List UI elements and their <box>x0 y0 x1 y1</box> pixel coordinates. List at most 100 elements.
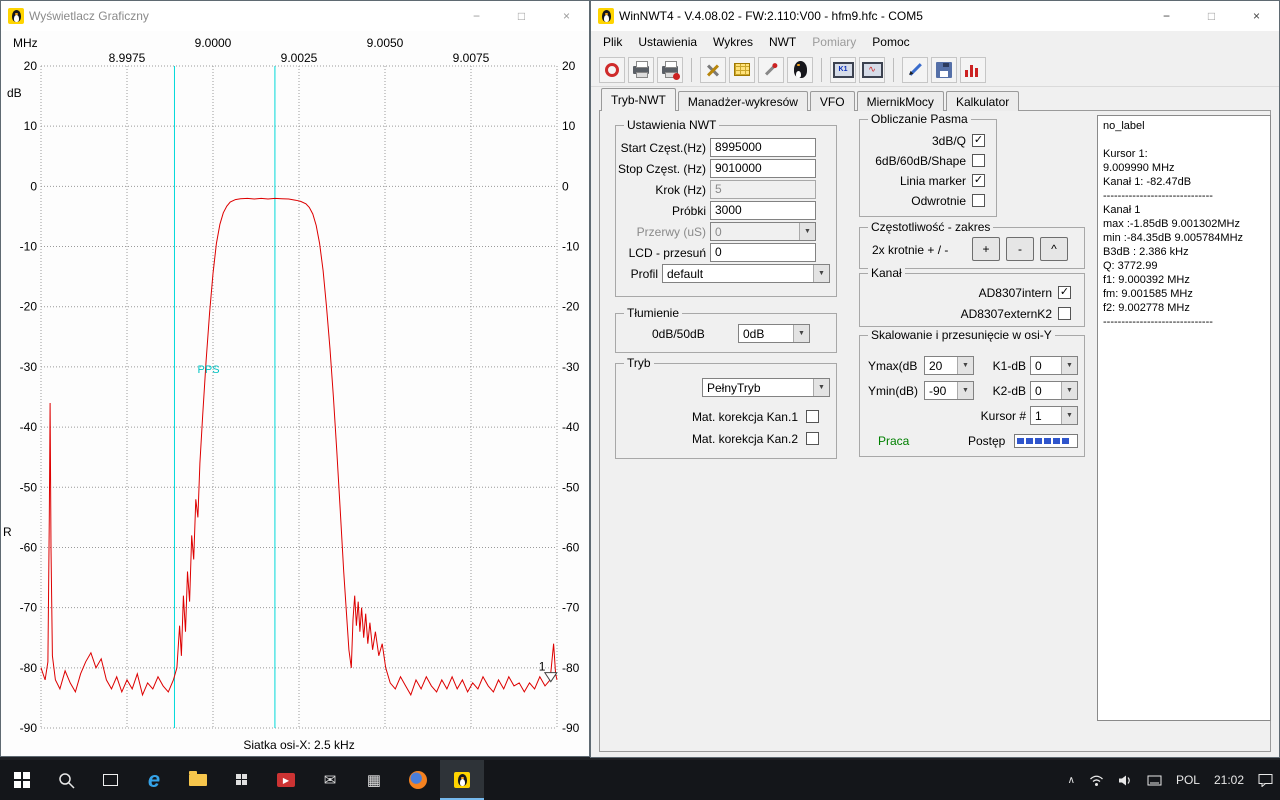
svg-text:1: 1 <box>539 660 546 674</box>
start-button[interactable] <box>0 760 44 800</box>
maximize-icon[interactable]: □ <box>1189 1 1234 31</box>
taskbar-firefox[interactable] <box>396 760 440 800</box>
linia-marker-label: Linia marker <box>862 174 966 188</box>
start-freq-input[interactable]: 8995000 <box>710 138 816 157</box>
clock[interactable]: 21:02 <box>1207 760 1251 800</box>
k1-label: K1-dB <box>986 359 1026 373</box>
table-icon[interactable] <box>729 57 755 83</box>
minimize-icon[interactable]: − <box>454 1 499 31</box>
ad8307externk2-checkbox[interactable] <box>1058 307 1071 320</box>
korekcja2-checkbox[interactable] <box>806 432 819 445</box>
minimize-icon[interactable]: − <box>1144 1 1189 31</box>
sweep-window-k2-icon[interactable]: ∿ <box>859 57 885 83</box>
svg-text:-60: -60 <box>20 540 38 554</box>
power-icon[interactable] <box>599 57 625 83</box>
grid-icon: ▦ <box>367 771 381 789</box>
svg-text:-70: -70 <box>562 601 580 615</box>
odwrotnie-checkbox[interactable] <box>972 194 985 207</box>
system-tray: ∧ POL 21:02 <box>1061 760 1280 800</box>
menu-pomoc[interactable]: Pomoc <box>864 32 917 52</box>
zakres-caret-button[interactable]: ^ <box>1040 237 1068 261</box>
chevron-down-icon: ▼ <box>957 357 973 374</box>
task-view-button[interactable] <box>88 760 132 800</box>
taskbar-edge[interactable]: e <box>132 760 176 800</box>
search-icon <box>58 772 75 789</box>
tab-kalkulator[interactable]: Kalkulator <box>946 91 1019 111</box>
group-title: Obliczanie Pasma <box>868 112 971 126</box>
tryb-combo[interactable]: PełnyTryb▼ <box>702 378 830 397</box>
winnwt-app-icon <box>598 8 614 24</box>
penguin-icon[interactable] <box>787 57 813 83</box>
tab-miernik-mocy[interactable]: MiernikMocy <box>857 91 944 111</box>
plot-svg[interactable]: 2020101000-10-10-20-20-30-30-40-40-50-50… <box>1 31 589 757</box>
ad8307intern-checkbox[interactable]: ✓ <box>1058 286 1071 299</box>
keyboard-button[interactable] <box>1140 760 1169 800</box>
save-icon[interactable] <box>931 57 957 83</box>
tab-manadzer-wykresow[interactable]: Manadżer-wykresów <box>678 91 808 111</box>
svg-text:PPS: PPS <box>198 364 220 376</box>
taskbar-file-explorer[interactable] <box>176 760 220 800</box>
taskbar-apps-grid[interactable]: ▦ <box>352 760 396 800</box>
tab-tryb-nwt[interactable]: Tryb-NWT <box>601 88 676 111</box>
wand-icon[interactable] <box>758 57 784 83</box>
probki-input[interactable]: 3000 <box>710 201 816 220</box>
ymin-combo[interactable]: -90▼ <box>924 381 974 400</box>
group-title: Kanał <box>868 266 905 280</box>
tools-icon[interactable] <box>700 57 726 83</box>
language-indicator[interactable]: POL <box>1169 760 1207 800</box>
tab-vfo[interactable]: VFO <box>810 91 855 111</box>
toolbar-separator <box>821 58 822 82</box>
stop-freq-input[interactable]: 9010000 <box>710 159 816 178</box>
chevron-down-icon: ▼ <box>799 223 815 240</box>
taskbar-store[interactable] <box>220 760 264 800</box>
hidden-icons-button[interactable]: ∧ <box>1061 760 1082 800</box>
svg-text:9.0050: 9.0050 <box>367 36 404 50</box>
menu-ustawienia[interactable]: Ustawienia <box>630 32 705 52</box>
ymax-combo[interactable]: 20▼ <box>924 356 974 375</box>
zakres-minus-button[interactable]: - <box>1006 237 1034 261</box>
profil-combo[interactable]: default▼ <box>662 264 830 283</box>
3db-q-checkbox[interactable]: ✓ <box>972 134 985 147</box>
svg-text:-60: -60 <box>562 540 580 554</box>
lcd-input[interactable]: 0 <box>710 243 816 262</box>
krok-input: 5 <box>710 180 816 199</box>
group-tryb: Tryb PełnyTryb▼ Mat. korekcja Kan.1 Mat.… <box>615 363 837 459</box>
k1-combo[interactable]: 0▼ <box>1030 356 1078 375</box>
kursor-combo[interactable]: 1▼ <box>1030 406 1078 425</box>
taskbar-media[interactable]: ▶ <box>264 760 308 800</box>
6db-60db-shape-checkbox[interactable] <box>972 154 985 167</box>
info-line: min :-84.35dB 9.005784MHz <box>1103 231 1265 245</box>
tryb-value: PełnyTryb <box>707 381 761 395</box>
menu-wykres[interactable]: Wykres <box>705 32 761 52</box>
menu-pomiary: Pomiary <box>804 32 864 52</box>
close-icon[interactable]: × <box>544 1 589 31</box>
chevron-down-icon: ▼ <box>793 325 809 342</box>
network-button[interactable] <box>1082 760 1111 800</box>
k2-combo[interactable]: 0▼ <box>1030 381 1078 400</box>
edit-icon[interactable] <box>902 57 928 83</box>
menu-plik[interactable]: Plik <box>595 32 630 52</box>
menu-nwt[interactable]: NWT <box>761 32 804 52</box>
print-icon[interactable] <box>628 57 654 83</box>
zakres-plus-button[interactable]: + <box>972 237 1000 261</box>
action-center-button[interactable] <box>1251 760 1280 800</box>
korekcja1-checkbox[interactable] <box>806 410 819 423</box>
taskbar-winnwt[interactable] <box>440 760 484 800</box>
sweep-window-k1-icon[interactable]: K1 <box>830 57 856 83</box>
search-button[interactable] <box>44 760 88 800</box>
print-pdf-icon[interactable] <box>657 57 683 83</box>
group-title: Tłumienie <box>624 306 682 320</box>
progress-bar <box>1014 434 1078 448</box>
volume-button[interactable] <box>1111 760 1140 800</box>
svg-text:-10: -10 <box>20 240 38 254</box>
kursor-label: Kursor # <box>966 409 1026 423</box>
linia-marker-checkbox[interactable]: ✓ <box>972 174 985 187</box>
toolbar-separator <box>893 58 894 82</box>
maximize-icon[interactable]: □ <box>499 1 544 31</box>
taskbar-mail[interactable]: ✉ <box>308 760 352 800</box>
graph-red-icon[interactable] <box>960 57 986 83</box>
tlumienie-combo[interactable]: 0dB▼ <box>738 324 810 343</box>
ad8307externk2-label: AD8307externK2 <box>920 307 1052 321</box>
close-icon[interactable]: × <box>1234 1 1279 31</box>
chevron-down-icon: ▼ <box>1061 357 1077 374</box>
